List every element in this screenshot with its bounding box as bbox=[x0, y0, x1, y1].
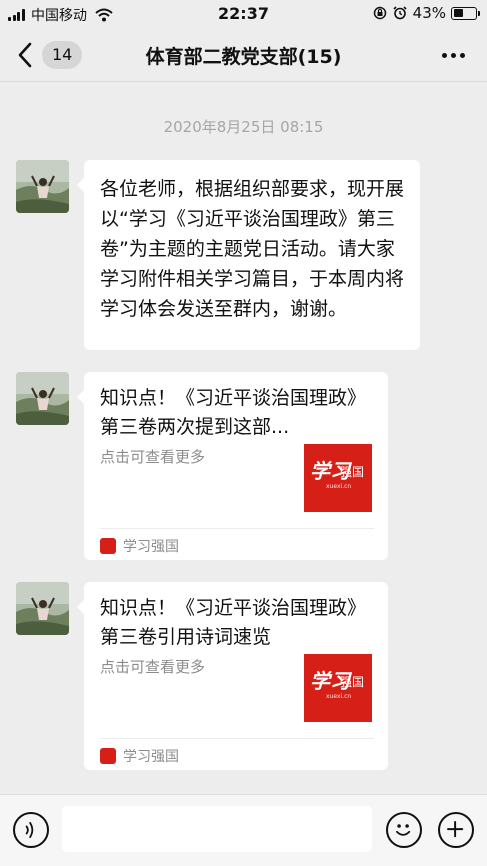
card-source-label: 学习强国 bbox=[123, 749, 179, 765]
thumb-brand-text: 强国 bbox=[340, 465, 364, 479]
message-input[interactable] bbox=[62, 806, 372, 852]
link-card[interactable]: 知识点！《习近平谈治国理政》第三卷两次提到这部... 点击可查看更多 学习 强国… bbox=[77, 372, 388, 560]
avatar[interactable] bbox=[16, 582, 69, 635]
xuexi-app-icon bbox=[100, 538, 116, 554]
card-divider bbox=[100, 738, 374, 739]
emoji-icon[interactable] bbox=[386, 812, 422, 848]
thumb-brand-text: 强国 bbox=[340, 675, 364, 689]
plus-icon[interactable] bbox=[438, 812, 474, 848]
lock-rotation-icon bbox=[373, 6, 386, 20]
avatar[interactable] bbox=[16, 372, 69, 425]
battery-percent: 43% bbox=[412, 4, 446, 22]
chat-title: 体育部二教党支部(15) bbox=[145, 46, 342, 68]
message-text: 各位老师，根据组织部要求，现开展以“学习《习近平谈治国理政》第三卷”为主题的主题… bbox=[100, 178, 405, 320]
card-subtitle: 点击可查看更多 bbox=[100, 448, 206, 466]
status-bar: 中国移动 22:37 43% bbox=[0, 0, 487, 28]
alarm-icon bbox=[393, 6, 407, 20]
card-divider bbox=[100, 528, 374, 529]
avatar[interactable] bbox=[16, 160, 69, 213]
more-icon[interactable] bbox=[438, 53, 465, 58]
input-bar bbox=[0, 794, 487, 866]
link-card[interactable]: 知识点！《习近平谈治国理政》第三卷引用诗词速览 点击可查看更多 学习 强国 xu… bbox=[77, 582, 388, 770]
card-subtitle: 点击可查看更多 bbox=[100, 658, 206, 676]
xuexi-app-icon bbox=[100, 748, 116, 764]
status-right: 43% bbox=[373, 4, 480, 22]
voice-icon[interactable] bbox=[13, 812, 49, 848]
card-thumbnail: 学习 强国 xuexi.cn bbox=[304, 654, 372, 722]
card-source: 学习强国 bbox=[100, 536, 179, 556]
thumb-domain-text: xuexi.cn bbox=[326, 483, 351, 490]
avatar-photo bbox=[16, 160, 69, 213]
battery-fill bbox=[453, 9, 463, 17]
card-source: 学习强国 bbox=[100, 746, 179, 766]
card-thumbnail: 学习 强国 xuexi.cn bbox=[304, 444, 372, 512]
chat-timestamp: 2020年8月25日 08:15 bbox=[163, 118, 324, 136]
card-source-label: 学习强国 bbox=[123, 539, 179, 555]
avatar-photo bbox=[16, 372, 69, 425]
card-title: 知识点！《习近平谈治国理政》第三卷两次提到这部... bbox=[100, 387, 367, 438]
card-title: 知识点！《习近平谈治国理政》第三卷引用诗词速览 bbox=[100, 597, 367, 648]
thumb-domain-text: xuexi.cn bbox=[326, 693, 351, 700]
battery-icon bbox=[451, 6, 480, 20]
avatar-photo bbox=[16, 582, 69, 635]
text-message-bubble[interactable]: 各位老师，根据组织部要求，现开展以“学习《习近平谈治国理政》第三卷”为主题的主题… bbox=[77, 160, 420, 350]
nav-bar: 14 体育部二教党支部(15) bbox=[0, 28, 487, 82]
